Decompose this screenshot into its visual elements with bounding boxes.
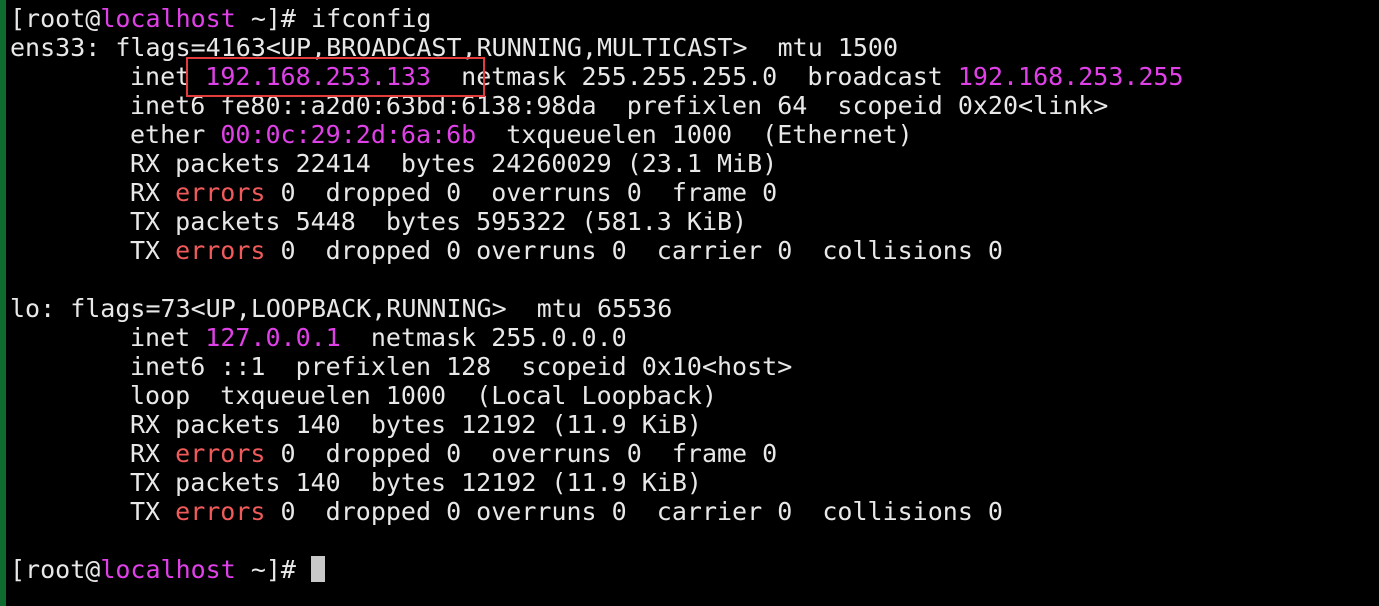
- lo-loop-line: loop txqueuelen 1000 (Local Loopback): [130, 381, 717, 410]
- lo-tx-errors-line: TX errors 0 dropped 0 overruns 0 carrier…: [130, 497, 1003, 526]
- ens33-tx-errors-word: errors: [175, 236, 266, 265]
- ens33-tx-prefix: TX: [130, 236, 176, 265]
- ens33-tx-errors-rest: 0 dropped 0 overruns 0 carrier 0 collisi…: [265, 236, 1003, 265]
- lo-rx-prefix: RX: [130, 439, 176, 468]
- lo-rx-packets: RX packets 140 bytes 12192 (11.9 KiB): [130, 410, 702, 439]
- lo-rx-errors-rest: 0 dropped 0 overruns 0 frame 0: [265, 439, 778, 468]
- ens33-rx-prefix: RX: [130, 178, 176, 207]
- final-prompt-open: [root@: [10, 555, 101, 584]
- final-prompt-close: ~]#: [235, 555, 296, 584]
- final-prompt-line[interactable]: [root@localhost ~]#: [10, 555, 325, 584]
- ens33-netmask-text: netmask 255.255.255.0 broadcast: [431, 62, 958, 91]
- lo-inet6-line: inet6 ::1 prefixlen 128 scopeid 0x10<hos…: [130, 352, 793, 381]
- prompt-open: [root@: [10, 4, 101, 33]
- ens33-rx-errors-rest: 0 dropped 0 overruns 0 frame 0: [265, 178, 778, 207]
- prompt-host: localhost: [100, 4, 236, 33]
- terminal-window[interactable]: [root@localhost ~]# ifconfig ens33: flag…: [0, 0, 1379, 606]
- ens33-rx-errors-line: RX errors 0 dropped 0 overruns 0 frame 0: [130, 178, 777, 207]
- ens33-ether-rest: txqueuelen 1000 (Ethernet): [476, 120, 913, 149]
- final-prompt-host: localhost: [100, 555, 236, 584]
- text-cursor: [311, 556, 325, 582]
- command-text: ifconfig: [311, 4, 432, 33]
- lo-tx-prefix: TX: [130, 497, 176, 526]
- ens33-ether-label: ether: [130, 120, 221, 149]
- command-line: [root@localhost ~]# ifconfig: [10, 4, 431, 33]
- lo-inet-addr: 127.0.0.1: [205, 323, 341, 352]
- lo-header: lo: flags=73<UP,LOOPBACK,RUNNING> mtu 65…: [10, 294, 673, 323]
- ens33-inet-line: inet 192.168.253.133 netmask 255.255.255…: [130, 62, 1184, 91]
- lo-tx-errors-rest: 0 dropped 0 overruns 0 carrier 0 collisi…: [265, 497, 1003, 526]
- ens33-rx-packets: RX packets 22414 bytes 24260029 (23.1 Mi…: [130, 149, 778, 178]
- ens33-header: ens33: flags=4163<UP,BROADCAST,RUNNING,M…: [10, 33, 899, 62]
- lo-tx-errors-word: errors: [175, 497, 266, 526]
- lo-rx-errors-word: errors: [175, 439, 266, 468]
- lo-rx-errors-line: RX errors 0 dropped 0 overruns 0 frame 0: [130, 439, 777, 468]
- ens33-inet6-line: inet6 fe80::a2d0:63bd:6138:98da prefixle…: [130, 91, 1109, 120]
- lo-inet-label: inet: [130, 323, 206, 352]
- ens33-ether-mac: 00:0c:29:2d:6a:6b: [220, 120, 477, 149]
- prompt-close: ~]#: [235, 4, 312, 33]
- ens33-broadcast-addr: 192.168.253.255: [957, 62, 1184, 91]
- lo-inet-line: inet 127.0.0.1 netmask 255.0.0.0: [130, 323, 627, 352]
- ens33-rx-errors-word: errors: [175, 178, 266, 207]
- ens33-inet-label: inet: [130, 62, 206, 91]
- lo-netmask-text: netmask 255.0.0.0: [340, 323, 627, 352]
- ens33-ether-line: ether 00:0c:29:2d:6a:6b txqueuelen 1000 …: [130, 120, 913, 149]
- ens33-tx-errors-line: TX errors 0 dropped 0 overruns 0 carrier…: [130, 236, 1003, 265]
- ens33-inet-addr: 192.168.253.133: [205, 62, 432, 91]
- ens33-tx-packets: TX packets 5448 bytes 595322 (581.3 KiB): [130, 207, 748, 236]
- lo-tx-packets: TX packets 140 bytes 12192 (11.9 KiB): [130, 468, 702, 497]
